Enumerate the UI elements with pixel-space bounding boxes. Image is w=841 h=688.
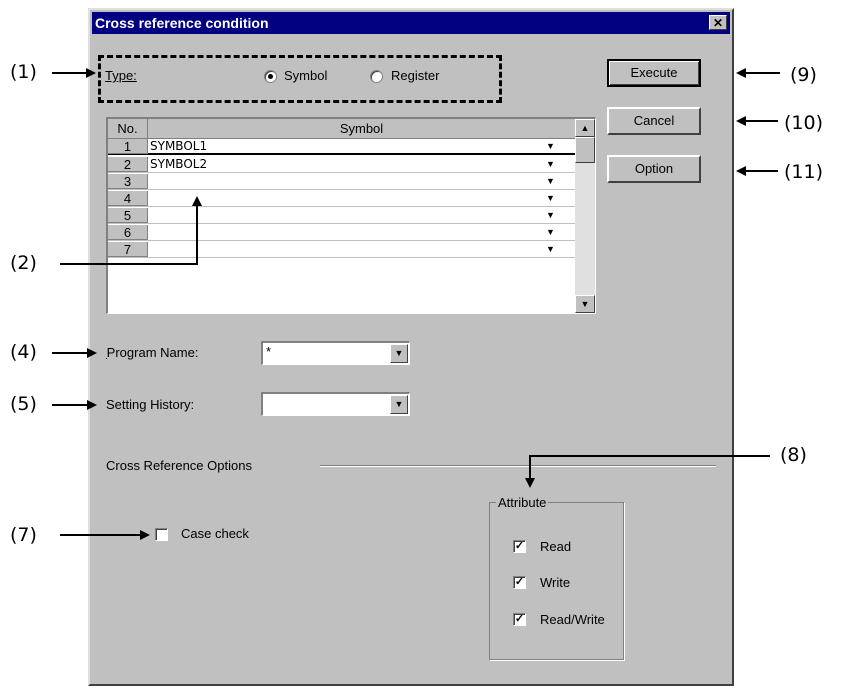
symbol-cell[interactable]: SYMBOL1 <box>150 139 207 154</box>
attribute-label: Attribute <box>496 495 549 510</box>
callout-4: (4) <box>10 341 37 363</box>
close-button[interactable]: ✕ <box>709 15 727 30</box>
callout-8: (8) <box>780 444 807 466</box>
callout-9: (9) <box>790 64 817 86</box>
title-bar: Cross reference condition ✕ <box>92 12 730 34</box>
read-label[interactable]: Read <box>540 539 571 554</box>
symbol-grid[interactable]: No. Symbol 1 SYMBOL1 ▼ 2 SYMBOL2 ▼ 3 ▼ 4… <box>106 117 596 314</box>
case-check-label[interactable]: Case check <box>181 526 249 541</box>
read-checkbox[interactable]: ✓ <box>513 540 526 553</box>
grid-header-no: No. <box>108 119 148 139</box>
chevron-down-icon[interactable]: ▼ <box>546 160 555 169</box>
callout-11: (11) <box>784 161 824 183</box>
cross-reference-options-label: Cross Reference Options <box>106 458 252 473</box>
row-number: 7 <box>108 242 148 257</box>
register-radio-label[interactable]: Register <box>391 68 439 83</box>
row-number: 4 <box>108 191 148 206</box>
chevron-down-icon[interactable]: ▼ <box>390 344 408 363</box>
chevron-down-icon[interactable]: ▼ <box>546 142 555 151</box>
table-row[interactable]: 2 SYMBOL2 ▼ <box>108 157 576 173</box>
table-row[interactable]: 7 ▼ <box>108 242 576 258</box>
chevron-down-icon[interactable]: ▼ <box>546 177 555 186</box>
grid-scrollbar[interactable]: ▲ ▼ <box>575 119 595 313</box>
symbol-radio-dot <box>268 74 273 79</box>
callout-7: (7) <box>10 524 37 546</box>
setting-history-combo[interactable]: ▼ <box>261 392 410 416</box>
write-checkbox[interactable]: ✓ <box>513 576 526 589</box>
chevron-down-icon[interactable]: ▼ <box>546 211 555 220</box>
row-number: 2 <box>108 157 148 172</box>
setting-history-label: Setting History: <box>106 397 195 412</box>
symbol-radio-label[interactable]: Symbol <box>284 68 327 83</box>
chevron-down-icon[interactable]: ▼ <box>546 228 555 237</box>
callout-5: (5) <box>10 393 37 415</box>
execute-button[interactable]: Execute <box>607 59 701 87</box>
case-check-checkbox[interactable] <box>155 528 168 541</box>
write-label[interactable]: Write <box>540 575 570 590</box>
scroll-thumb[interactable] <box>575 137 595 163</box>
table-row[interactable]: 4 ▼ <box>108 191 576 207</box>
chevron-down-icon[interactable]: ▼ <box>546 245 555 254</box>
type-label: Type: <box>105 68 137 83</box>
row-number: 3 <box>108 174 148 189</box>
table-row[interactable]: 5 ▼ <box>108 208 576 224</box>
row-number: 1 <box>108 139 148 154</box>
symbol-radio[interactable] <box>264 70 277 83</box>
program-name-combo[interactable]: * ▼ <box>261 341 410 365</box>
register-radio[interactable] <box>370 70 383 83</box>
symbol-cell[interactable]: SYMBOL2 <box>150 157 207 172</box>
cancel-button[interactable]: Cancel <box>607 107 701 135</box>
row-number: 5 <box>108 208 148 223</box>
row-number: 6 <box>108 225 148 240</box>
program-name-label: PProgram Name: <box>106 345 199 360</box>
callout-10: (10) <box>784 112 824 134</box>
chevron-down-icon[interactable]: ▼ <box>390 395 408 414</box>
chevron-down-icon[interactable]: ▼ <box>546 194 555 203</box>
table-row[interactable]: 3 ▼ <box>108 174 576 190</box>
callout-1: (1) <box>10 61 37 83</box>
program-name-value: * <box>266 344 272 359</box>
dialog-title: Cross reference condition <box>95 15 269 31</box>
scroll-up-icon[interactable]: ▲ <box>575 119 595 137</box>
options-separator <box>320 465 716 467</box>
table-row[interactable]: 1 SYMBOL1 ▼ <box>108 139 576 155</box>
read-write-label[interactable]: Read/Write <box>540 612 605 627</box>
program-name-label-text: Program Name: <box>106 345 199 360</box>
option-button[interactable]: Option <box>607 155 701 183</box>
callout-2: (2) <box>10 252 37 274</box>
table-row[interactable]: 6 ▼ <box>108 225 576 241</box>
scroll-down-icon[interactable]: ▼ <box>575 295 595 313</box>
read-write-checkbox[interactable]: ✓ <box>513 613 526 626</box>
grid-header-symbol: Symbol <box>148 119 576 139</box>
